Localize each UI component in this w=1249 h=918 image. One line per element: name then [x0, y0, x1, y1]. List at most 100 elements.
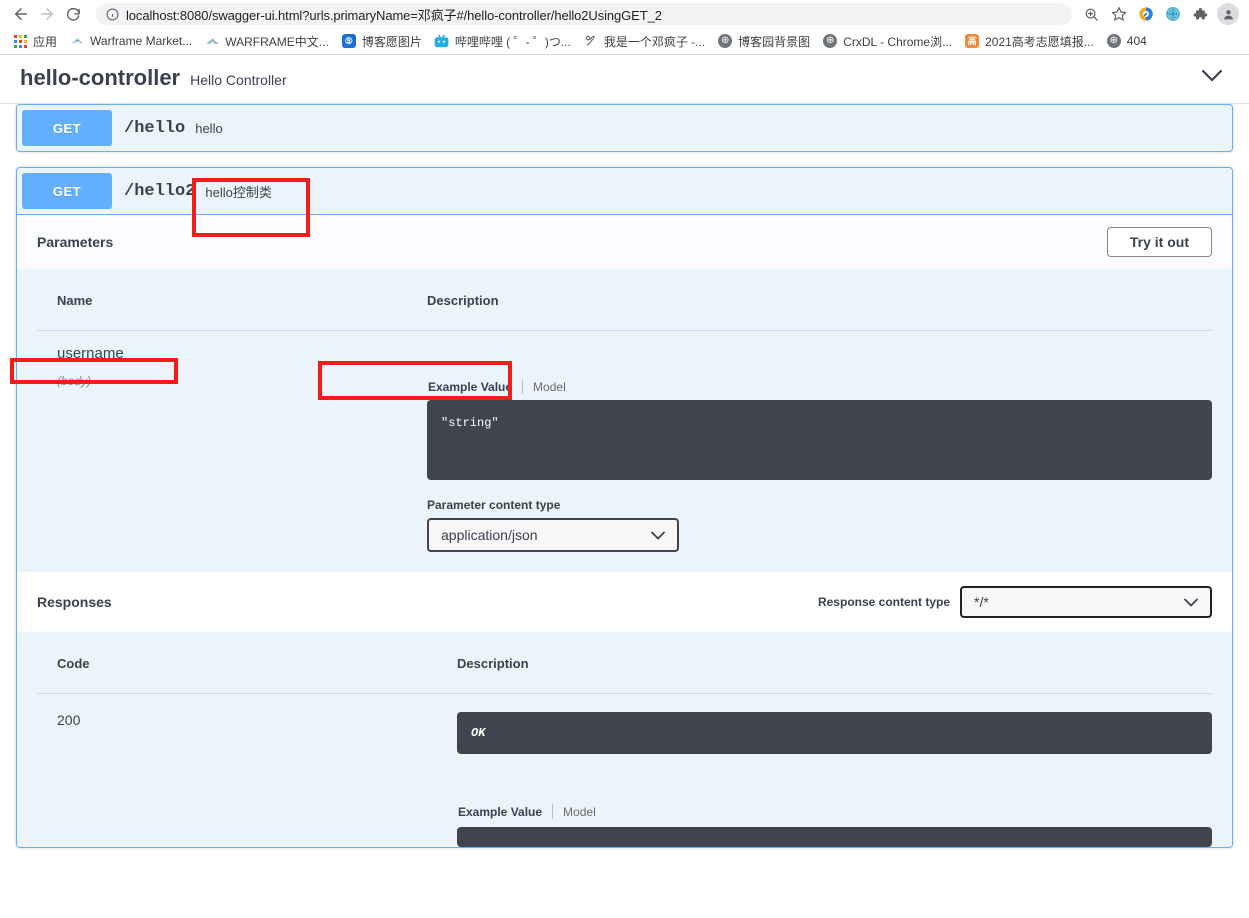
- bookmark-label: 应用: [33, 34, 58, 49]
- chevron-down-icon: [1184, 594, 1198, 610]
- operation-hello[interactable]: GET /hello hello: [16, 104, 1233, 152]
- responses-table: Code Description 200 OK Example Value Mo…: [37, 646, 1212, 847]
- puzzle-icon: [1193, 8, 1207, 20]
- bookmark-404[interactable]: ⊕ 404: [1100, 31, 1153, 51]
- parameter-location: (body): [57, 374, 92, 388]
- reload-icon: [66, 7, 80, 21]
- bookmark-label: WARFRAME中文...: [225, 34, 329, 49]
- zoom-icon[interactable]: [1078, 2, 1105, 26]
- responses-header: Responses Response content type */*: [17, 572, 1232, 632]
- tab-model[interactable]: Model: [533, 380, 566, 394]
- operation-summary-text: hello: [195, 120, 223, 136]
- tab-example-value[interactable]: Example Value: [428, 380, 512, 394]
- bookmark-bilibili[interactable]: 哔哩哔哩 ( ゜- ゜)つ...: [428, 31, 577, 52]
- back-button[interactable]: [8, 1, 34, 27]
- table-row: username (body) Example Value Model "str…: [37, 331, 1212, 553]
- gaokao-icon: 高: [964, 33, 980, 49]
- operation-path: /hello2: [124, 181, 196, 201]
- arrow-left-icon: [15, 8, 27, 20]
- globe-icon: [1165, 7, 1180, 21]
- globe-icon: ⊕: [717, 33, 733, 49]
- tag-name: hello-controller: [20, 65, 181, 90]
- column-header-name: Name: [37, 283, 407, 331]
- operation-summary[interactable]: GET /hello2 hello控制类: [17, 168, 1232, 215]
- bookmark-label: 2021高考志愿填报...: [985, 34, 1094, 49]
- response-description-box: OK: [457, 712, 1212, 754]
- column-header-description: Description: [437, 646, 1212, 694]
- operation-summary-text: hello控制类: [205, 184, 272, 200]
- browser-toolbar: localhost:8080/swagger-ui.html?urls.prim…: [0, 0, 1249, 28]
- http-method-badge: GET: [22, 173, 112, 209]
- table-header-row: Name Description: [37, 283, 1212, 331]
- bookmark-label: 我是一个邓疯子 -...: [603, 34, 706, 49]
- try-it-out-button[interactable]: Try it out: [1106, 227, 1212, 257]
- extension-globe-icon[interactable]: [1159, 2, 1186, 26]
- arrow-right-icon: [41, 8, 53, 20]
- warframe-icon: [69, 33, 85, 49]
- tag-description: Hello Controller: [190, 72, 287, 88]
- bookmarks-bar: 应用 Warframe Market... WARFRAME中文... ⑤ 博客…: [0, 28, 1249, 54]
- toolbar-icons: [1078, 2, 1241, 26]
- reload-button[interactable]: [60, 1, 86, 27]
- bookmark-label: 博客园背景图: [738, 34, 811, 49]
- bookmark-dengfengzi[interactable]: 我是一个邓疯子 -...: [577, 31, 711, 52]
- bilibili-tv-icon: [434, 34, 449, 48]
- column-header-description: Description: [407, 283, 1212, 331]
- operation-hello2[interactable]: GET /hello2 hello控制类 Parameters Try it o…: [16, 167, 1233, 848]
- responses-table-wrap: Code Description 200 OK Example Value Mo…: [17, 632, 1232, 847]
- bookmark-gaokao[interactable]: 高 2021高考志愿填报...: [958, 31, 1100, 52]
- parameter-content-type-label: Parameter content type: [427, 498, 561, 512]
- bookmark-label: 哔哩哔哩 ( ゜- ゜)つ...: [454, 34, 571, 49]
- chevron-down-icon[interactable]: [1201, 69, 1223, 87]
- extension-compass-icon[interactable]: [1132, 2, 1159, 26]
- table-row: 200 OK Example Value Model: [37, 694, 1212, 847]
- address-bar[interactable]: localhost:8080/swagger-ui.html?urls.prim…: [96, 3, 1072, 25]
- globe-icon: ⊕: [1106, 33, 1122, 49]
- http-method-badge: GET: [22, 110, 112, 146]
- parameter-name-cell: username (body): [37, 331, 407, 553]
- table-header-row: Code Description: [37, 646, 1212, 694]
- example-model-tabs[interactable]: Example Value Model: [427, 379, 1212, 394]
- globe-icon: ⊕: [822, 33, 838, 49]
- tab-model[interactable]: Model: [563, 805, 596, 819]
- url-text: localhost:8080/swagger-ui.html?urls.prim…: [126, 7, 662, 23]
- swagger-ui-page: hello-controller Hello Controller GET /h…: [0, 55, 1249, 918]
- bookmark-apps[interactable]: 应用: [6, 31, 63, 52]
- blog-icon: ⑤: [341, 33, 357, 49]
- warframe-cn-icon: [204, 33, 220, 49]
- bookmark-blog-background[interactable]: ⊕ 博客园背景图: [711, 31, 816, 52]
- parameters-table-wrap: Name Description username (body) Example…: [17, 269, 1232, 572]
- forward-button[interactable]: [34, 1, 60, 27]
- bookmark-warframe-market[interactable]: Warframe Market...: [63, 31, 198, 51]
- response-example-model-tabs[interactable]: Example Value Model: [457, 804, 1212, 819]
- bookmark-label: Warframe Market...: [90, 34, 193, 48]
- response-content-type-label: Response content type: [817, 595, 950, 609]
- response-code-cell: 200: [57, 712, 81, 728]
- bookmark-blog-image[interactable]: ⑤ 博客愿图片: [335, 31, 428, 52]
- bookmark-label: CrxDL - Chrome浏...: [843, 34, 953, 49]
- operation-summary[interactable]: GET /hello hello: [17, 105, 1232, 151]
- example-value-code: "string": [427, 400, 1212, 480]
- tag-header[interactable]: hello-controller Hello Controller: [0, 55, 1249, 104]
- response-content-type-select[interactable]: */*: [960, 586, 1212, 618]
- parameters-header: Parameters Try it out: [17, 215, 1232, 269]
- parameter-name: username: [57, 345, 124, 362]
- bilibili-icon: [434, 33, 450, 49]
- tab-example-value[interactable]: Example Value: [458, 805, 542, 819]
- column-header-code: Code: [37, 646, 437, 694]
- bookmark-crxdl[interactable]: ⊕ CrxDL - Chrome浏...: [816, 31, 958, 52]
- parameter-content-type-value: application/json: [441, 527, 538, 543]
- tab-separator: [552, 804, 554, 819]
- operation-body: Parameters Try it out Name Description u…: [17, 215, 1232, 847]
- parameter-description-cell: Example Value Model "string" Parameter c…: [407, 331, 1212, 552]
- bookmark-star-icon[interactable]: [1105, 2, 1132, 26]
- pen-icon: [583, 33, 599, 49]
- parameter-content-type-select[interactable]: application/json: [427, 518, 679, 552]
- response-content-type-value: */*: [974, 594, 989, 610]
- extensions-puzzle-icon[interactable]: [1186, 2, 1213, 26]
- bookmark-label: 404: [1126, 34, 1147, 48]
- response-example-code: [457, 827, 1212, 847]
- profile-avatar-icon[interactable]: [1217, 3, 1239, 25]
- bookmark-warframe-cn[interactable]: WARFRAME中文...: [198, 31, 335, 52]
- site-info-icon[interactable]: [106, 8, 119, 21]
